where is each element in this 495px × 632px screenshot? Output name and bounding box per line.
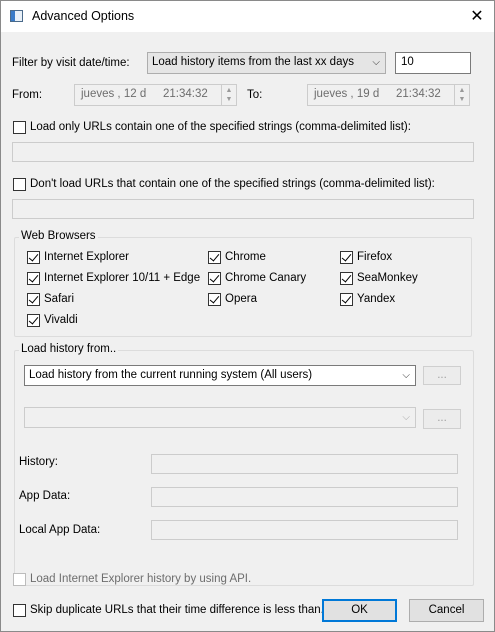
browser-firefox-label: Firefox xyxy=(357,251,393,263)
close-icon[interactable]: ✕ xyxy=(467,6,487,26)
history-source-value: Load history from the current running sy… xyxy=(29,369,313,381)
browser-yandex-label: Yandex xyxy=(357,293,396,305)
history-path-input[interactable] xyxy=(151,454,458,474)
chevron-down-icon: ⌵ xyxy=(402,412,410,423)
from-label: From: xyxy=(12,89,43,101)
filter-mode-value: Load history items from the last xx days xyxy=(152,56,354,68)
cancel-button[interactable]: Cancel xyxy=(409,599,484,622)
include-urls-label: Load only URLs contain one of the specif… xyxy=(30,121,411,133)
skip-duplicates-checkbox[interactable] xyxy=(13,604,26,617)
to-label: To: xyxy=(247,89,263,101)
browser-chrome-label: Chrome xyxy=(225,251,266,263)
filter-mode-select[interactable]: Load history items from the last xx days… xyxy=(147,52,386,74)
ie-api-label: Load Internet Explorer history by using … xyxy=(30,573,252,585)
browse-profile-button[interactable]: ... xyxy=(423,409,461,429)
exclude-urls-label: Don't load URLs that contain one of the … xyxy=(30,178,435,190)
browser-chrome-canary-label: Chrome Canary xyxy=(225,272,307,284)
browser-opera-checkbox[interactable] xyxy=(208,293,221,306)
from-spin-icon[interactable]: ▲ ▼ xyxy=(221,85,236,105)
browser-safari-label: Safari xyxy=(44,293,75,305)
include-urls-input[interactable] xyxy=(12,142,474,162)
browser-ie-label: Internet Explorer xyxy=(44,251,130,263)
browser-safari-checkbox[interactable] xyxy=(27,293,40,306)
browser-seamonkey-label: SeaMonkey xyxy=(357,272,418,284)
from-date-value: jueves , 12 d xyxy=(81,88,147,100)
profile-select[interactable]: ⌵ xyxy=(24,407,416,428)
to-datetime-picker[interactable]: jueves , 19 d 21:34:32 ▲ ▼ xyxy=(307,84,470,106)
app-data-label: App Data: xyxy=(19,490,71,502)
browser-firefox-checkbox[interactable] xyxy=(340,251,353,264)
exclude-urls-input[interactable] xyxy=(12,199,474,219)
browser-ie-edge-label: Internet Explorer 10/11 + Edge xyxy=(44,272,201,284)
exclude-urls-checkbox[interactable] xyxy=(13,178,26,191)
browser-seamonkey-checkbox[interactable] xyxy=(340,272,353,285)
browser-chrome-canary-checkbox[interactable] xyxy=(208,272,221,285)
title-bar[interactable]: Advanced Options ✕ xyxy=(1,1,494,32)
include-urls-checkbox[interactable] xyxy=(13,121,26,134)
history-source-select[interactable]: Load history from the current running sy… xyxy=(24,365,416,386)
browser-yandex-checkbox[interactable] xyxy=(340,293,353,306)
from-datetime-picker[interactable]: jueves , 12 d 21:34:32 ▲ ▼ xyxy=(74,84,237,106)
ie-api-checkbox[interactable] xyxy=(13,573,26,586)
load-history-title: Load history from.. xyxy=(19,343,119,355)
to-time-value: 21:34:32 xyxy=(396,88,441,100)
local-app-data-label: Local App Data: xyxy=(19,524,101,536)
from-time-value: 21:34:32 xyxy=(163,88,208,100)
chevron-down-icon: ⌵ xyxy=(372,57,380,68)
advanced-options-dialog: Advanced Options ✕ Filter by visit date/… xyxy=(0,0,495,632)
browser-vivaldi-label: Vivaldi xyxy=(44,314,78,326)
browser-vivaldi-checkbox[interactable] xyxy=(27,314,40,327)
browse-source-button[interactable]: ... xyxy=(423,366,461,385)
browser-chrome-checkbox[interactable] xyxy=(208,251,221,264)
browser-ie-edge-checkbox[interactable] xyxy=(27,272,40,285)
dialog-body: Filter by visit date/time: Load history … xyxy=(1,32,494,631)
chevron-down-icon: ⌵ xyxy=(402,370,410,381)
skip-duplicates-label: Skip duplicate URLs that their time diff… xyxy=(30,604,331,616)
ok-button[interactable]: OK xyxy=(322,599,397,622)
history-path-label: History: xyxy=(19,456,58,468)
filter-label: Filter by visit date/time: xyxy=(12,57,130,69)
app-window-icon xyxy=(10,10,23,22)
browser-ie-checkbox[interactable] xyxy=(27,251,40,264)
days-input[interactable]: 10 xyxy=(395,52,471,74)
dialog-title: Advanced Options xyxy=(32,9,135,23)
to-spin-icon[interactable]: ▲ ▼ xyxy=(454,85,469,105)
to-date-value: jueves , 19 d xyxy=(314,88,380,100)
browser-opera-label: Opera xyxy=(225,293,257,305)
local-app-data-input[interactable] xyxy=(151,520,458,540)
app-data-input[interactable] xyxy=(151,487,458,507)
web-browsers-title: Web Browsers xyxy=(19,230,98,242)
